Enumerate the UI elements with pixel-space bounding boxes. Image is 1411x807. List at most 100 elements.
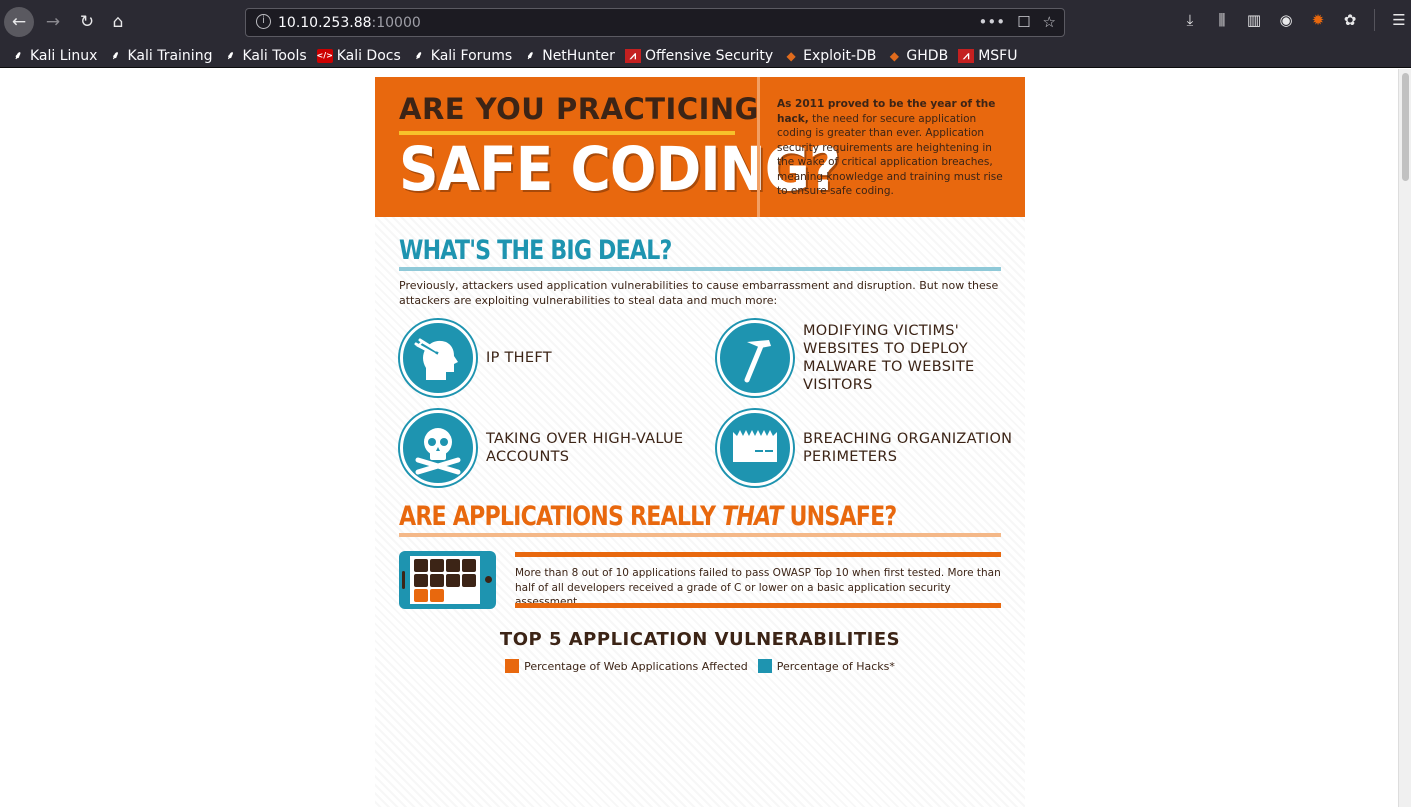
bookmark-label: Kali Training — [127, 47, 213, 64]
bookmark-item[interactable]: ⩘ Offensive Security — [624, 47, 774, 64]
legend-item: Percentage of Hacks* — [757, 659, 895, 673]
legend-label: Percentage of Hacks* — [776, 659, 895, 673]
legend-item: Percentage of Web Applications Affected — [505, 659, 748, 673]
site-info-icon[interactable]: i — [256, 14, 271, 29]
bookmark-label: MSFU — [978, 47, 1018, 64]
kali-dragon-icon: ⸙ — [226, 49, 235, 62]
bookmark-item[interactable]: ⩘ MSFU — [958, 48, 1017, 64]
sidebar-icon[interactable]: ▥ — [1242, 11, 1266, 29]
section-title-post: UNSAFE? — [782, 501, 897, 532]
bookmark-item[interactable]: ⸙ Kali Linux — [10, 47, 98, 64]
tablet-tile — [414, 574, 428, 587]
tablet-button — [485, 576, 492, 583]
library-icon[interactable]: ⫼ — [1210, 11, 1234, 29]
bookmark-label: Kali Tools — [242, 47, 307, 64]
home-icon[interactable]: ⌂ — [103, 7, 133, 37]
banner-divider — [757, 77, 760, 217]
tablet-tile — [430, 574, 444, 587]
tablet-tile — [446, 559, 460, 572]
url-text[interactable]: 10.10.253.88:10000 — [278, 15, 421, 31]
infographic: ARE YOU PRACTICING SAFE CODING? As 2011 … — [375, 77, 1025, 807]
bookmark-label: Kali Linux — [30, 47, 98, 64]
tablet-tile — [446, 574, 460, 587]
offsec-icon: ⩘ — [958, 48, 975, 63]
forward-arrow-icon[interactable]: → — [38, 7, 68, 37]
account-icon[interactable]: ◉ — [1274, 11, 1298, 29]
bookmark-item[interactable]: ⸙ Kali Training — [107, 48, 212, 64]
exploit-db-icon: ◆ — [786, 48, 796, 63]
section-title-em: THAT — [722, 501, 783, 532]
bookmark-item[interactable]: ◆ GHDB — [886, 48, 948, 64]
wall-breach-icon — [717, 410, 793, 486]
kali-dragon-icon: ⸙ — [526, 49, 535, 62]
bookmark-label: Kali Docs — [336, 47, 401, 64]
pocket-icon[interactable]: ☐ — [1017, 13, 1030, 31]
tablet-icon — [399, 551, 496, 609]
legend-swatch-hacks — [757, 659, 772, 673]
reload-icon[interactable]: ↻ — [72, 7, 102, 37]
legend-swatch-affected — [505, 659, 520, 673]
headline-line1: ARE YOU PRACTICING — [399, 92, 759, 126]
bookmark-item[interactable]: ⸙ Kali Tools — [222, 48, 306, 64]
bookmark-star-icon[interactable]: ☆ — [1043, 13, 1056, 31]
threat-item: IP THEFT — [400, 320, 552, 396]
stat-top-bar — [515, 552, 1001, 557]
url-bar[interactable]: i 10.10.253.88:10000 ••• ☐ ☆ — [245, 8, 1065, 37]
page-actions-icon[interactable]: ••• — [979, 13, 1006, 31]
bookmark-item[interactable]: ⸙ NetHunter — [522, 48, 615, 64]
scrollbar-thumb[interactable] — [1402, 73, 1409, 181]
downloads-icon[interactable]: ⤓ — [1178, 11, 1202, 29]
extension-icon[interactable]: ✹ — [1306, 11, 1330, 29]
threat-item: TAKING OVER HIGH-VALUE ACCOUNTS — [400, 410, 696, 486]
header-banner: ARE YOU PRACTICING SAFE CODING? As 2011 … — [375, 77, 1025, 217]
bookmark-item[interactable]: </> Kali Docs — [317, 48, 401, 64]
url-host: 10.10.253.88 — [278, 15, 372, 31]
section-title-pre: ARE APPLICATIONS REALLY — [399, 501, 723, 532]
exploit-db-icon: ◆ — [889, 48, 900, 63]
tablet-speaker — [402, 571, 405, 589]
tablet-tile — [414, 559, 428, 572]
head-hand-icon — [400, 320, 476, 396]
kali-dragon-icon: ⸙ — [414, 49, 423, 62]
vulnerability-chart: 32%20%SQL Injection53%2%CryptographicIss… — [375, 677, 1025, 807]
tablet-tile — [430, 559, 444, 572]
chart-legend: Percentage of Web Applications Affected … — [375, 659, 1025, 673]
bookmark-label: NetHunter — [542, 47, 615, 64]
back-arrow-icon[interactable]: ← — [4, 7, 34, 37]
page-viewport: ARE YOU PRACTICING SAFE CODING? As 2011 … — [0, 69, 1398, 807]
browser-toolbar: ← → ↻ ⌂ i 10.10.253.88:10000 ••• ☐ ☆ ⤓ ⫼… — [0, 0, 1411, 44]
headline-line2: SAFE CODING? — [399, 133, 841, 205]
stat-bottom-bar — [515, 603, 1001, 608]
banner-lead: As 2011 proved to be the year of the hac… — [777, 97, 1009, 199]
tablet-tile — [414, 589, 428, 602]
section-rule — [399, 533, 1001, 537]
section-intro: Previously, attackers used application v… — [399, 279, 999, 307]
bookmark-item[interactable]: ⸙ Kali Forums — [411, 48, 513, 64]
hammer-icon — [717, 320, 793, 396]
page-scrollbar[interactable] — [1398, 69, 1411, 807]
menu-icon[interactable]: ☰ — [1387, 11, 1411, 29]
tablet-tile — [462, 559, 476, 572]
threat-label: BREACHING ORGANIZATION PERIMETERS — [803, 431, 1013, 465]
kali-dragon-icon: ⸙ — [111, 49, 120, 62]
tablet-tile — [430, 589, 444, 602]
kali-dragon-icon: ⸙ — [13, 49, 23, 62]
threat-item: BREACHING ORGANIZATION PERIMETERS — [717, 410, 1017, 486]
threat-label: MODIFYING VICTIMS' WEBSITES TO DEPLOY MA… — [803, 323, 975, 393]
kali-docs-icon: </> — [317, 48, 333, 63]
offsec-icon: ⩘ — [624, 48, 641, 63]
toolbar-separator — [1374, 9, 1375, 31]
banner-lead-text: the need for secure application coding i… — [777, 112, 1003, 198]
bookmark-label: Exploit-DB — [803, 47, 877, 64]
section-title-big-deal: WHAT'S THE BIG DEAL? — [399, 235, 672, 266]
legend-label: Percentage of Web Applications Affected — [524, 659, 748, 673]
bookmark-label: Offensive Security — [644, 47, 774, 64]
cookie-extension-icon[interactable]: ✿ — [1338, 11, 1362, 29]
bookmarks-toolbar: ⸙ Kali Linux ⸙ Kali Training ⸙ Kali Tools </> K… — [0, 44, 1411, 68]
url-port: :10000 — [371, 15, 421, 31]
threat-item: MODIFYING VICTIMS' WEBSITES TO DEPLOY MA… — [717, 320, 1017, 396]
tablet-tile — [462, 574, 476, 587]
bookmark-item[interactable]: ◆ Exploit-DB — [783, 47, 877, 64]
skull-crossbones-icon — [400, 410, 476, 486]
threat-label: TAKING OVER HIGH-VALUE ACCOUNTS — [486, 431, 684, 465]
